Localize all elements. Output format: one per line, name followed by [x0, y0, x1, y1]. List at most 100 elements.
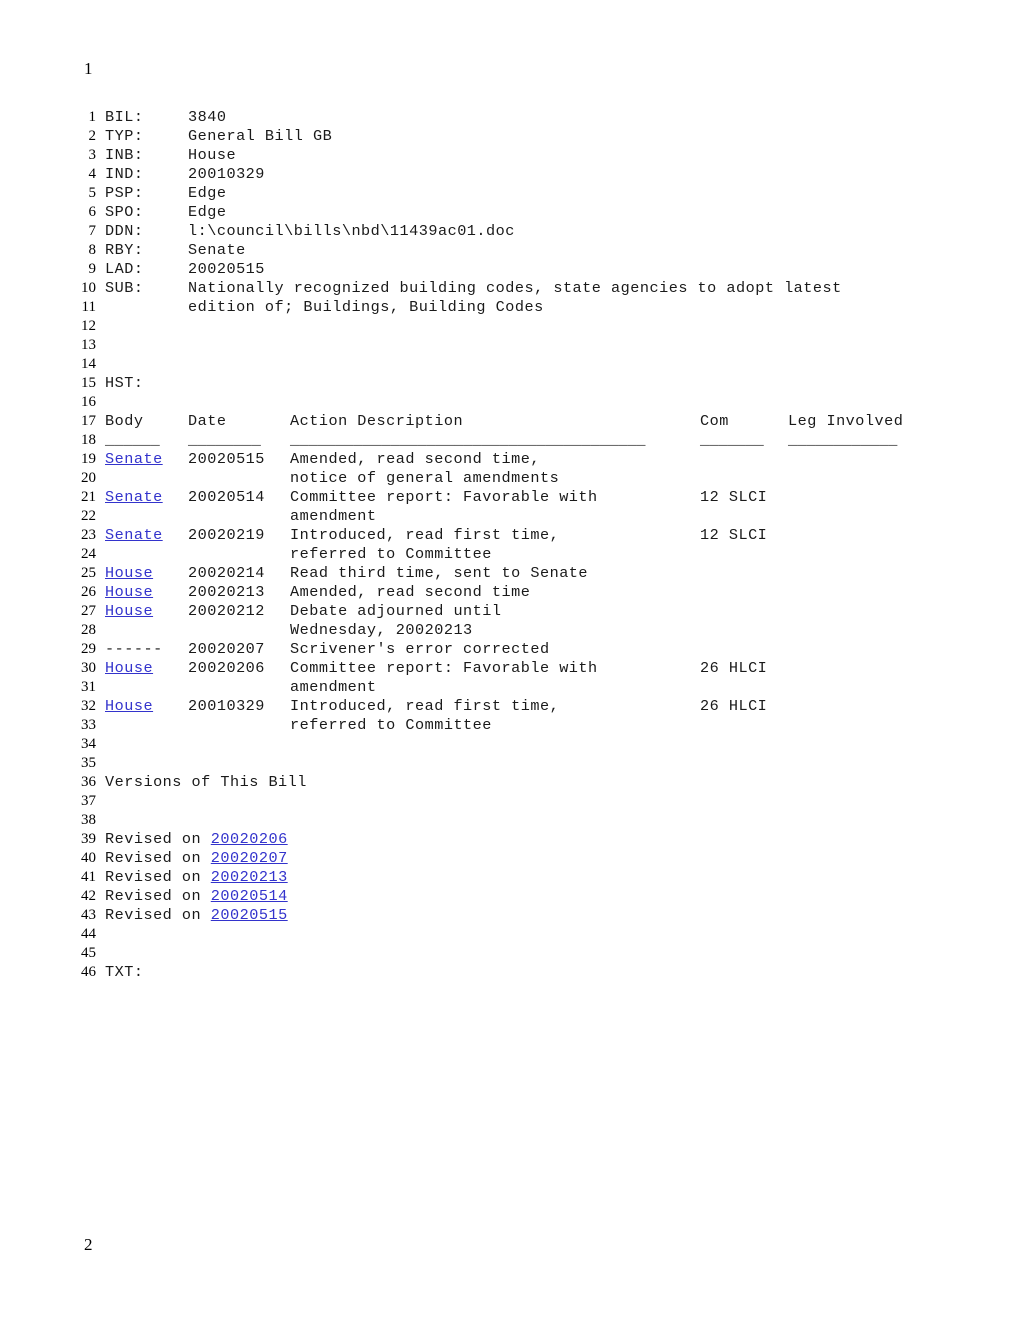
revised-on-text: Revised on 20020515	[105, 906, 288, 924]
history-body-link[interactable]: House	[105, 583, 153, 601]
history-row: 33 referred to Committee	[0, 716, 1020, 735]
history-body-link[interactable]: Senate	[105, 488, 163, 506]
line-number: 30	[81, 660, 96, 676]
line-number: 23	[81, 527, 96, 543]
listing-line: 35	[0, 754, 1020, 773]
history-com: 26 HLCI	[700, 659, 768, 677]
history-action: Debate adjourned until	[290, 602, 502, 620]
line-number: 32	[81, 698, 96, 714]
field-label: LAD:	[105, 260, 144, 278]
history-body-link[interactable]: House	[105, 697, 153, 715]
revised-on-text: Revised on 20020207	[105, 849, 288, 867]
listing-line: 12	[0, 317, 1020, 336]
revision-date-link[interactable]: 20020207	[211, 849, 288, 867]
field-value: Edge	[188, 184, 227, 202]
column-rule-body: ______	[105, 431, 160, 449]
hst-label: HST:	[105, 374, 144, 392]
line-number: 13	[81, 337, 96, 353]
field-value: Senate	[188, 241, 246, 259]
history-action: amendment	[290, 507, 377, 525]
history-action: Scrivener's error corrected	[290, 640, 550, 658]
listing-line: 38	[0, 811, 1020, 830]
line-number: 21	[81, 489, 96, 505]
history-body[interactable]: House	[105, 564, 153, 583]
history-body[interactable]: Senate	[105, 450, 163, 469]
line-number: 37	[81, 793, 96, 809]
field-value: House	[188, 146, 237, 164]
listing-line: 36 Versions of This Bill	[0, 773, 1020, 792]
field-label: SUB:	[105, 279, 144, 297]
field-value: 3840	[188, 108, 227, 126]
history-date: 20020213	[188, 583, 265, 601]
line-number: 1	[88, 109, 97, 125]
listing-line: 10 SUB: Nationally recognized building cod…	[0, 279, 1020, 298]
history-body[interactable]: House	[105, 659, 153, 678]
line-number: 4	[88, 166, 97, 182]
revision-date-link[interactable]: 20020514	[211, 887, 288, 905]
line-number: 36	[81, 774, 96, 790]
revision-date-link[interactable]: 20020213	[211, 868, 288, 886]
history-com: 26 HLCI	[700, 697, 768, 715]
history-action: notice of general amendments	[290, 469, 560, 487]
history-com: 12 SLCI	[700, 488, 768, 506]
history-body[interactable]: House	[105, 583, 153, 602]
listing-line: 46 TXT:	[0, 963, 1020, 982]
history-date: 20020219	[188, 526, 265, 544]
history-action: Introduced, read first time,	[290, 526, 560, 544]
column-rule-com: _______	[700, 431, 764, 449]
column-header-com: Com	[700, 412, 729, 430]
listing-line: 13	[0, 336, 1020, 355]
revision-date-link[interactable]: 20020515	[211, 906, 288, 924]
line-number: 27	[81, 603, 96, 619]
version-row: 39 Revised on 20020206	[0, 830, 1020, 849]
history-body-link[interactable]: House	[105, 602, 153, 620]
field-label: INB:	[105, 146, 144, 164]
history-date: 20020212	[188, 602, 265, 620]
revised-on-text: Revised on 20020514	[105, 887, 288, 905]
history-com: 12 SLCI	[700, 526, 768, 544]
field-label: SPO:	[105, 203, 144, 221]
history-action: Introduced, read first time,	[290, 697, 560, 715]
document-page: 1 1 BIL: 3840 2 TYP: General Bill GB 3 INB: Hous…	[0, 0, 1020, 1320]
line-number: 29	[81, 641, 96, 657]
history-body-link[interactable]: House	[105, 659, 153, 677]
version-row: 41 Revised on 20020213	[0, 868, 1020, 887]
history-date: 20020214	[188, 564, 265, 582]
line-number: 31	[81, 679, 96, 695]
field-label: BIL:	[105, 108, 144, 126]
listing-line: 14	[0, 355, 1020, 374]
history-row: 21 Senate 20020514 Committee report: Favora…	[0, 488, 1020, 507]
history-row: 22 amendment	[0, 507, 1020, 526]
listing-line: 9 LAD: 20020515	[0, 260, 1020, 279]
history-body[interactable]: Senate	[105, 488, 163, 507]
field-value: l:\council\bills\nbd\11439ac01.doc	[188, 222, 515, 240]
history-row: 25 House 20020214 Read third time, sent to …	[0, 564, 1020, 583]
history-body[interactable]: House	[105, 602, 153, 621]
line-number: 41	[81, 869, 96, 885]
history-date: 20020207	[188, 640, 265, 658]
version-row: 43 Revised on 20020515	[0, 906, 1020, 925]
history-row: 29 ------ 20020207 Scrivener's error correc…	[0, 640, 1020, 659]
listing-line: 2 TYP: General Bill GB	[0, 127, 1020, 146]
history-body-link[interactable]: Senate	[105, 526, 163, 544]
column-rule-leg: ____________	[788, 431, 898, 449]
history-body[interactable]: Senate	[105, 526, 163, 545]
history-body[interactable]: House	[105, 697, 153, 716]
line-number: 3	[88, 147, 97, 163]
field-value: edition of; Buildings, Building Codes	[188, 298, 544, 316]
history-body-link[interactable]: Senate	[105, 450, 163, 468]
history-row: 26 House 20020213 Amended, read second time	[0, 583, 1020, 602]
line-number: 39	[81, 831, 96, 847]
history-action: referred to Committee	[290, 545, 492, 563]
history-date: 20020515	[188, 450, 265, 468]
history-row: 23 Senate 20020219 Introduced, read first t…	[0, 526, 1020, 545]
line-number: 46	[81, 964, 96, 980]
listing-line: 34	[0, 735, 1020, 754]
line-number: 7	[88, 223, 97, 239]
revision-date-link[interactable]: 20020206	[211, 830, 288, 848]
listing-line: 45	[0, 944, 1020, 963]
listing-line: 17 Body Date Action Description Com Leg Invol…	[0, 412, 1020, 431]
field-label: DDN:	[105, 222, 144, 240]
history-body-link[interactable]: House	[105, 564, 153, 582]
column-rule-action: _______________________________________	[290, 431, 646, 449]
